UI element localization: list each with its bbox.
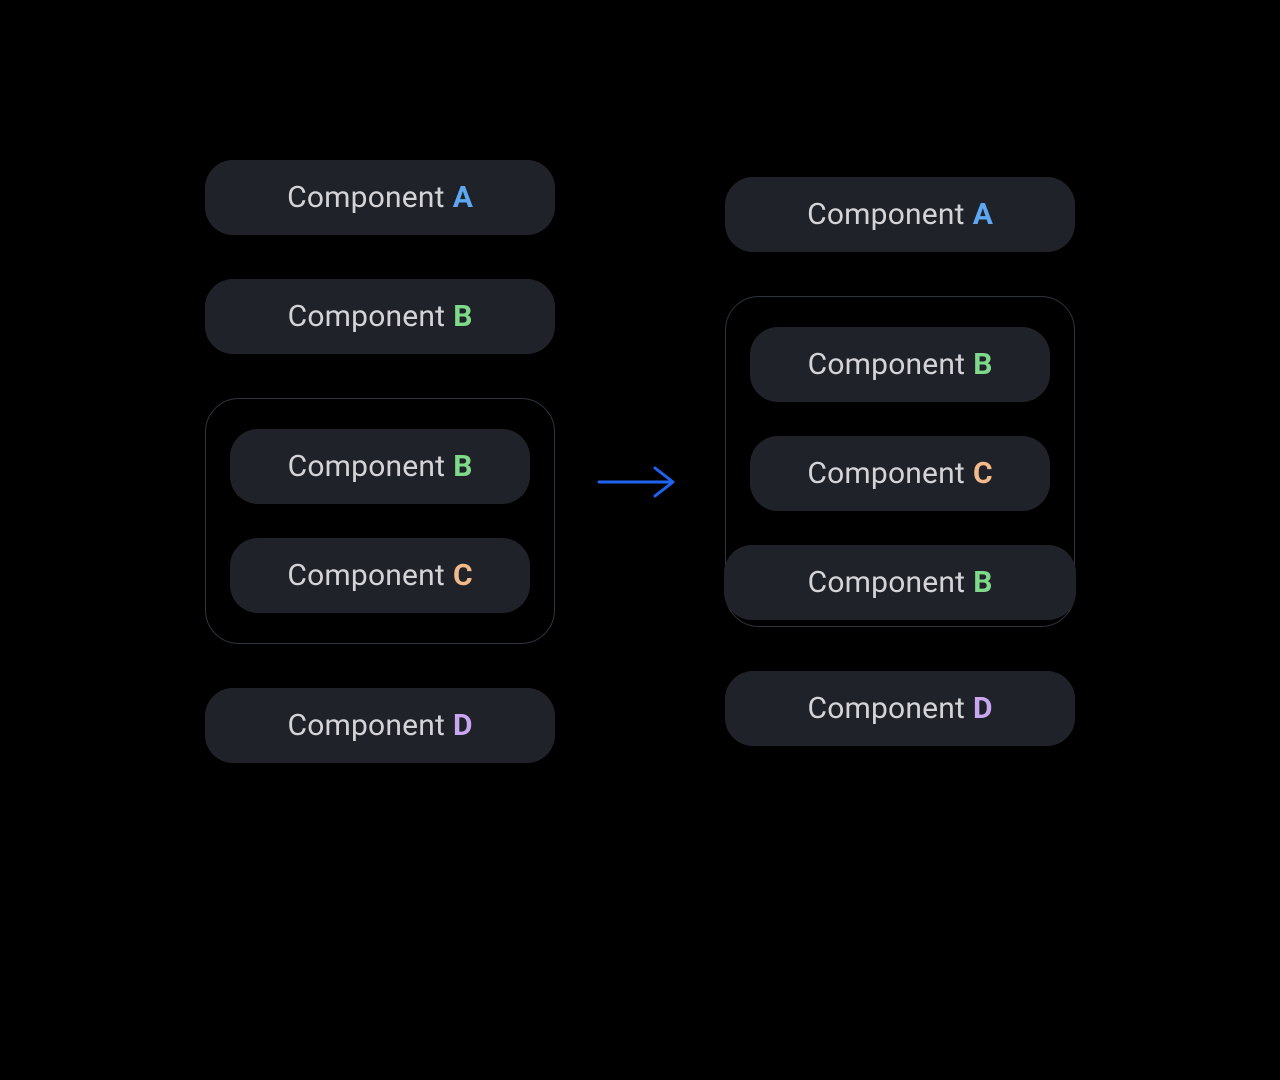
- pill-prefix: Component: [808, 565, 966, 600]
- right-column: Component A Component B Component C Comp…: [725, 177, 1075, 746]
- component-pill-c: Component C: [750, 436, 1050, 511]
- component-pill-d: Component D: [205, 688, 555, 763]
- component-pill-b: Component B: [205, 279, 555, 354]
- component-pill-b: Component B: [750, 327, 1050, 402]
- diagram-row: Component A Component B Component B Comp…: [205, 160, 1075, 763]
- pill-prefix: Component: [807, 197, 965, 232]
- right-group-frame: Component B Component C Component B: [725, 296, 1075, 627]
- component-pill-a: Component A: [725, 177, 1075, 252]
- pill-prefix: Component: [288, 299, 446, 334]
- diagram-canvas: Component A Component B Component B Comp…: [0, 0, 1280, 1080]
- pill-letter-b: B: [973, 565, 992, 600]
- pill-letter-b: B: [453, 299, 472, 334]
- component-pill-b-overflow: Component B: [724, 545, 1076, 620]
- component-pill-c: Component C: [230, 538, 530, 613]
- pill-letter-a: A: [973, 197, 993, 232]
- component-pill-b: Component B: [230, 429, 530, 504]
- pill-letter-b: B: [973, 347, 992, 382]
- pill-letter-a: A: [453, 180, 473, 215]
- pill-letter-b: B: [453, 449, 472, 484]
- left-column: Component A Component B Component B Comp…: [205, 160, 555, 763]
- arrow-icon: [595, 462, 685, 502]
- pill-prefix: Component: [287, 708, 445, 743]
- pill-letter-c: C: [973, 456, 993, 491]
- pill-prefix: Component: [807, 691, 965, 726]
- pill-prefix: Component: [288, 449, 446, 484]
- pill-prefix: Component: [287, 558, 445, 593]
- pill-prefix: Component: [808, 347, 966, 382]
- pill-letter-d: D: [453, 708, 473, 743]
- component-pill-a: Component A: [205, 160, 555, 235]
- pill-prefix: Component: [287, 180, 445, 215]
- component-pill-d: Component D: [725, 671, 1075, 746]
- pill-letter-c: C: [453, 558, 473, 593]
- left-group-frame: Component B Component C: [205, 398, 555, 644]
- pill-letter-d: D: [973, 691, 993, 726]
- pill-prefix: Component: [807, 456, 965, 491]
